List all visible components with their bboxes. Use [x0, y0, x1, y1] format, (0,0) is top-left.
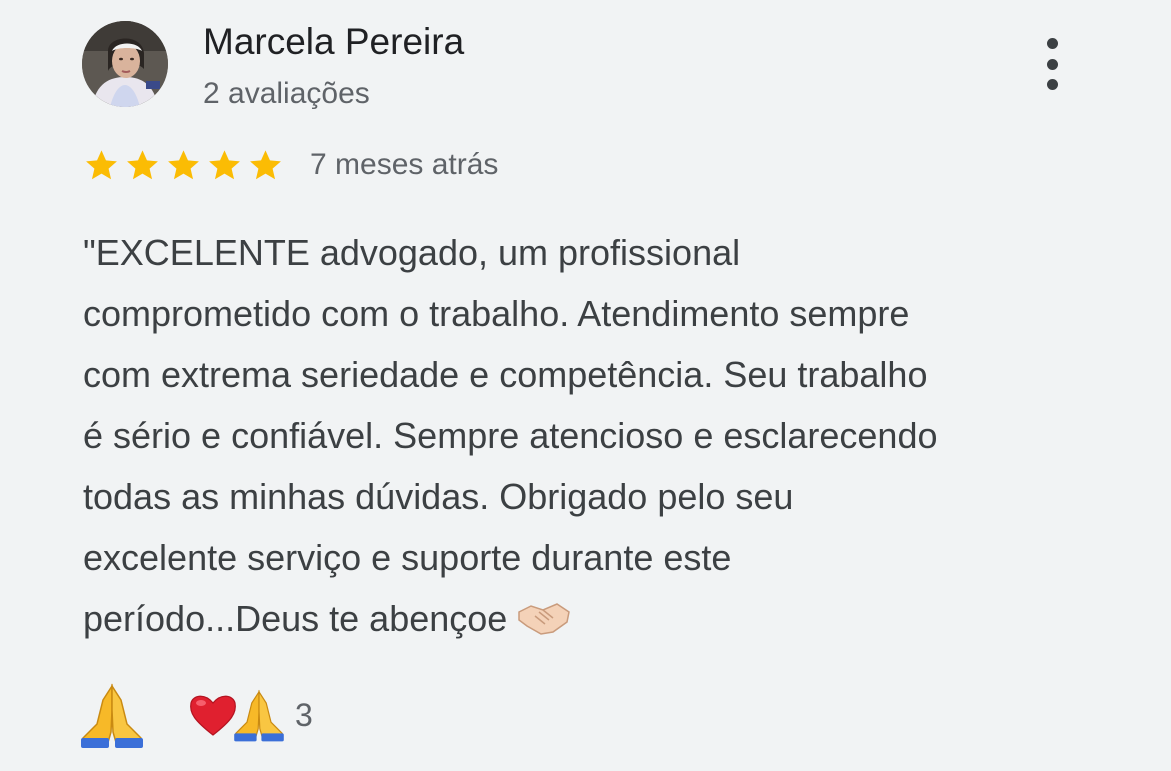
folded-hands-emoji-icon — [234, 689, 284, 742]
review-text-line: é sério e confiável. Sempre atencioso e … — [83, 405, 1123, 466]
review-text-line-content: com extrema seriedade e competência. Seu… — [83, 354, 928, 395]
review-text-line: período...Deus te abençoe — [83, 588, 1123, 649]
review-date: 7 meses atrás — [310, 148, 499, 181]
star-icon — [86, 149, 117, 179]
rating-row: 7 meses atrás — [83, 145, 498, 185]
author-review-count[interactable]: 2 avaliações — [203, 75, 370, 113]
react-button[interactable] — [77, 680, 147, 750]
star-icon — [168, 149, 199, 179]
more-options-button[interactable] — [1030, 34, 1074, 94]
review-text-line: excelente serviço e suporte durante este — [83, 527, 1123, 588]
review-text-line-content: é sério e confiável. Sempre atencioso e … — [83, 415, 938, 456]
review-text-line: todas as minhas dúvidas. Obrigado pelo s… — [83, 466, 1123, 527]
review-text-line-content: "EXCELENTE advogado, um profissional — [83, 232, 741, 273]
more-vert-icon-dot — [1046, 79, 1058, 90]
star-icon — [209, 149, 240, 179]
review-card: Marcela Pereira 2 avaliações 7 meses atr… — [0, 0, 1171, 771]
review-text-line-content: todas as minhas dúvidas. Obrigado pelo s… — [83, 476, 794, 517]
handshake-emoji-icon — [518, 603, 571, 636]
more-vert-icon — [1046, 38, 1058, 49]
avatar[interactable] — [82, 21, 168, 107]
review-text-line-content: excelente serviço e suporte durante este — [83, 537, 732, 578]
review-text-line-content: período...Deus te abençoe — [83, 598, 508, 639]
review-text-line: "EXCELENTE advogado, um profissional — [83, 222, 1123, 283]
star-icon — [127, 149, 158, 179]
star-icon — [250, 149, 281, 179]
more-vert-icon-dot — [1046, 58, 1058, 70]
star-rating — [83, 147, 288, 184]
review-text: "EXCELENTE advogado, um profissional comp… — [83, 222, 1123, 649]
avatar-photo — [82, 21, 168, 107]
folded-hands-emoji-icon — [81, 683, 143, 748]
author-name[interactable]: Marcela Pereira — [203, 20, 464, 64]
reaction-count: 3 — [295, 696, 313, 733]
review-text-line-content: comprometido com o trabalho. Atendimento… — [83, 293, 910, 334]
review-text-line: com extrema seriedade e competência. Seu… — [83, 344, 1123, 405]
reactions-bar: 3 — [77, 680, 313, 750]
reaction-summary[interactable]: 3 — [187, 687, 313, 743]
review-text-line: comprometido com o trabalho. Atendimento… — [83, 283, 1123, 344]
